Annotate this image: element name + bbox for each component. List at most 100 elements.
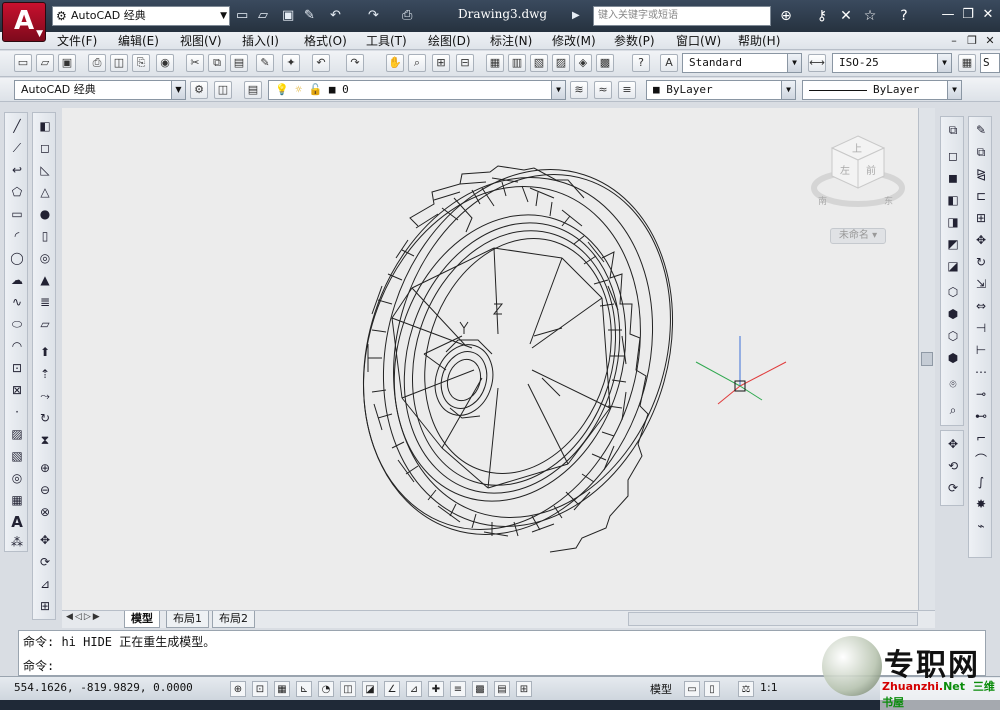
menu-draw[interactable]: 绘图(D) <box>428 33 471 49</box>
print-icon[interactable]: ⎙ <box>88 54 106 72</box>
snap-icon[interactable]: ⊡ <box>252 681 268 697</box>
cone-icon[interactable]: △ <box>36 183 54 201</box>
exchange-icon[interactable]: ✕ <box>836 6 856 26</box>
infer-constraints-icon[interactable]: ⊕ <box>230 681 246 697</box>
menu-dimension[interactable]: 标注(N) <box>490 33 532 49</box>
polar-icon[interactable]: ◔ <box>318 681 334 697</box>
helix-icon[interactable]: ≣ <box>36 293 54 311</box>
scroll-thumb[interactable] <box>921 352 933 366</box>
insert-block-icon[interactable]: ⊡ <box>8 359 26 377</box>
circle-icon[interactable]: ◯ <box>8 249 26 267</box>
menu-insert[interactable]: 插入(I) <box>242 33 279 49</box>
sw-iso-icon[interactable]: ⬡ <box>944 283 962 301</box>
otrack-icon[interactable]: ∠ <box>384 681 400 697</box>
subtract-icon[interactable]: ⊖ <box>36 481 54 499</box>
block-editor-icon[interactable]: ✦ <box>282 54 300 72</box>
tab-layout1[interactable]: 布局1 <box>166 611 209 628</box>
help-icon[interactable]: ? <box>894 6 914 26</box>
torus-icon[interactable]: ◎ <box>36 249 54 267</box>
drawing-canvas[interactable]: 上 左 前 南 东 <box>62 108 918 610</box>
3d-print-icon[interactable]: ◉ <box>156 54 174 72</box>
orbit-icon[interactable]: ⟲ <box>944 457 962 475</box>
back-view-icon[interactable]: ◪ <box>944 257 962 275</box>
doc-restore-button[interactable]: ❐ <box>964 33 980 49</box>
multiline-text-icon[interactable]: A <box>8 513 26 531</box>
workspace-select[interactable]: ⚙ AutoCAD 经典 ▼ <box>52 6 230 26</box>
revolve-icon[interactable]: ↻ <box>36 409 54 427</box>
extrude-icon[interactable]: ⬆ <box>36 343 54 361</box>
selection-cycling-icon[interactable]: ⊞ <box>516 681 532 697</box>
save-as-icon[interactable]: ✎ <box>304 6 315 26</box>
quick-properties-icon[interactable]: ▤ <box>494 681 510 697</box>
text-style-select[interactable]: Standard ▼ <box>682 53 802 73</box>
zoom-realtime-icon[interactable]: ⌕ <box>408 54 426 72</box>
menu-window[interactable]: 窗口(W) <box>676 33 721 49</box>
ellipse-icon[interactable]: ⬭ <box>8 315 26 333</box>
point-icon[interactable]: · <box>8 403 26 421</box>
doc-close-button[interactable]: ✕ <box>982 33 998 49</box>
copy-icon[interactable]: ⧉ <box>208 54 226 72</box>
camera-icon[interactable]: ⌾ <box>944 375 962 393</box>
open-file-icon[interactable]: ▱ <box>258 6 268 26</box>
menu-modify[interactable]: 修改(M) <box>552 33 596 49</box>
color-select[interactable]: ■ ByLayer ▼ <box>646 80 796 100</box>
chevron-right-icon[interactable]: ▶ <box>572 6 580 26</box>
layer-state-icon[interactable]: ≡ <box>618 81 636 99</box>
zoom-icon[interactable]: ⌕ <box>944 401 962 419</box>
free-orbit-icon[interactable]: ⟳ <box>944 479 962 497</box>
pyramid-icon[interactable]: ▲ <box>36 271 54 289</box>
grid-icon[interactable]: ▦ <box>274 681 290 697</box>
redo-icon[interactable]: ↷ <box>346 54 364 72</box>
horizontal-scrollbar[interactable] <box>628 612 918 626</box>
ducs-icon[interactable]: ⊿ <box>406 681 422 697</box>
binoculars-icon[interactable]: ⊕ <box>776 6 796 26</box>
union-icon[interactable]: ⊕ <box>36 459 54 477</box>
view-manager-icon[interactable]: ⧉ <box>944 121 962 139</box>
calculator-icon[interactable]: ▩ <box>596 54 614 72</box>
construction-line-icon[interactable]: ⟋ <box>8 139 26 157</box>
planar-surface-icon[interactable]: ▱ <box>36 315 54 333</box>
table-style-select[interactable]: S <box>980 53 1000 73</box>
menu-edit[interactable]: 编辑(E) <box>118 33 159 49</box>
break-icon[interactable]: ⊸ <box>972 385 990 403</box>
right-view-icon[interactable]: ◨ <box>944 213 962 231</box>
polygon-icon[interactable]: ⬠ <box>8 183 26 201</box>
front-view-icon[interactable]: ◩ <box>944 235 962 253</box>
3d-osnap-icon[interactable]: ◪ <box>362 681 378 697</box>
box-icon[interactable]: ◻ <box>36 139 54 157</box>
osnap-icon[interactable]: ◫ <box>340 681 356 697</box>
region-icon[interactable]: ◎ <box>8 469 26 487</box>
ucs-name-button[interactable]: 未命名 ▾ <box>830 228 886 244</box>
dyn-icon[interactable]: ✚ <box>428 681 444 697</box>
polysolid-icon[interactable]: ◧ <box>36 117 54 135</box>
3d-array-icon[interactable]: ⊞ <box>36 597 54 615</box>
vertical-scrollbar[interactable] <box>918 108 935 610</box>
copy-object-icon[interactable]: ⧉ <box>972 143 990 161</box>
layer-previous-icon[interactable]: ≈ <box>594 81 612 99</box>
hatch-icon[interactable]: ▨ <box>8 425 26 443</box>
redo-icon[interactable]: ↷ <box>368 6 379 26</box>
close-button[interactable]: ✕ <box>978 6 998 24</box>
left-view-icon[interactable]: ◧ <box>944 191 962 209</box>
lineweight-icon[interactable]: ≡ <box>450 681 466 697</box>
quick-view-drawings-icon[interactable]: ▯ <box>704 681 720 697</box>
print-icon[interactable]: ⎙ <box>402 6 412 26</box>
menu-parametric[interactable]: 参数(P) <box>614 33 655 49</box>
quick-view-layouts-icon[interactable]: ▭ <box>684 681 700 697</box>
bottom-view-icon[interactable]: ◼ <box>944 169 962 187</box>
dim-style-select[interactable]: ISO-25 ▼ <box>832 53 952 73</box>
open-file-icon[interactable]: ▱ <box>36 54 54 72</box>
application-menu-button[interactable]: A ▼ <box>2 2 46 42</box>
text-style-icon[interactable]: A <box>660 54 678 72</box>
fillet-icon[interactable]: ⌒ <box>972 451 990 469</box>
tab-layout2[interactable]: 布局2 <box>212 611 255 628</box>
rectangle-icon[interactable]: ▭ <box>8 205 26 223</box>
sheet-set-icon[interactable]: ▨ <box>552 54 570 72</box>
add-selected-icon[interactable]: ⁂ <box>8 533 26 551</box>
menu-help[interactable]: 帮助(H) <box>738 33 780 49</box>
match-properties-icon[interactable]: ✎ <box>256 54 274 72</box>
key-icon[interactable]: ⚷ <box>812 6 832 26</box>
zoom-previous-icon[interactable]: ⊟ <box>456 54 474 72</box>
rotate-icon[interactable]: ↻ <box>972 253 990 271</box>
annotation-scale-icon[interactable]: ⚖ <box>738 681 754 697</box>
